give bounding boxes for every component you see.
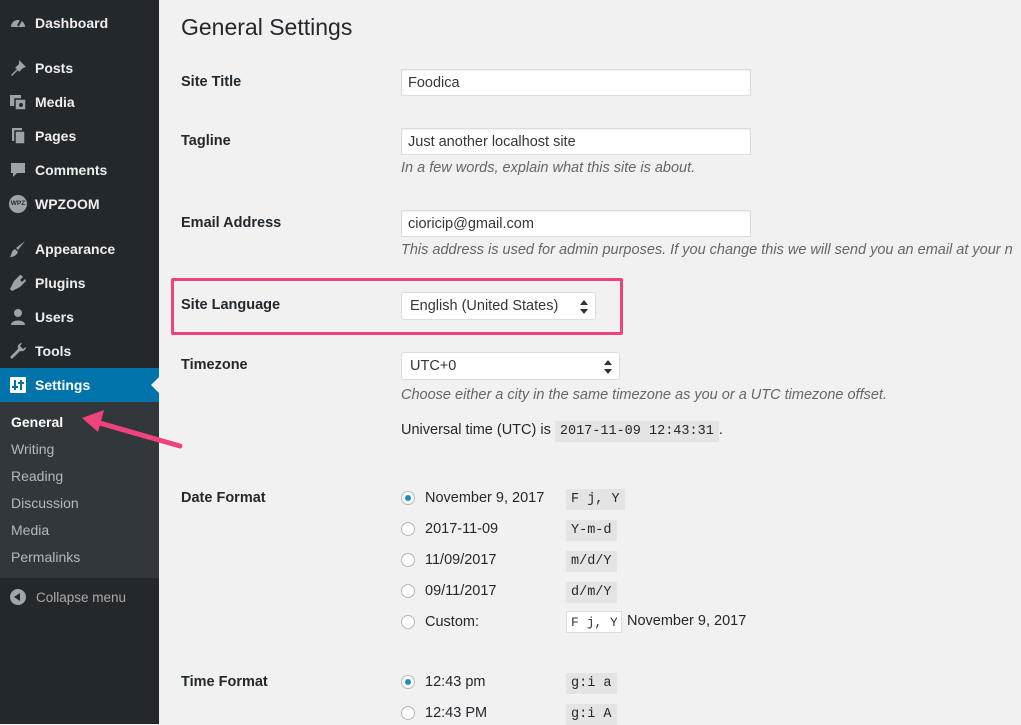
site-language-value: English (United States) xyxy=(410,298,559,314)
time-option-label: 12:43 PM xyxy=(425,705,488,721)
wpzoom-icon-text: WPZ xyxy=(10,200,26,207)
site-title-input[interactable] xyxy=(401,69,751,96)
sidebar-item-label: Plugins xyxy=(35,275,86,291)
comments-icon xyxy=(8,160,28,180)
media-icon xyxy=(8,92,28,112)
site-title-label: Site Title xyxy=(181,74,242,90)
time-format-code: g:i a xyxy=(566,673,617,694)
sidebar-item-settings[interactable]: Settings xyxy=(0,368,159,402)
date-option-label: November 9, 2017 xyxy=(425,490,545,506)
collapse-menu-label: Collapse menu xyxy=(36,589,127,605)
radio-button[interactable] xyxy=(401,491,415,505)
sidebar-item-wpzoom[interactable]: WPZ WPZOOM xyxy=(0,187,159,221)
utc-time-suffix: . xyxy=(718,422,723,438)
site-language-label: Site Language xyxy=(181,297,281,313)
sidebar-item-appearance[interactable]: Appearance xyxy=(0,232,159,266)
radio-button[interactable] xyxy=(401,584,415,598)
sidebar-item-pages[interactable]: Pages xyxy=(0,119,159,153)
site-language-select[interactable]: English (United States) xyxy=(401,292,596,320)
date-format-option[interactable]: November 9, 2017 xyxy=(401,488,544,508)
submenu-item-media[interactable]: Media xyxy=(11,522,49,538)
date-format-code: Y-m-d xyxy=(566,520,617,541)
utc-time-prefix: Universal time (UTC) is xyxy=(401,422,551,438)
date-option-label: 2017-11-09 xyxy=(425,521,499,537)
date-format-option[interactable]: 09/11/2017 xyxy=(401,581,497,601)
time-format-label: Time Format xyxy=(181,674,268,690)
sidebar-item-label: Settings xyxy=(35,377,91,393)
sidebar-item-label: Tools xyxy=(35,343,72,359)
sidebar-item-media[interactable]: Media xyxy=(0,85,159,119)
submenu-item-discussion[interactable]: Discussion xyxy=(11,495,79,511)
tagline-description: In a few words, explain what this site i… xyxy=(401,160,696,176)
radio-button[interactable] xyxy=(401,615,415,629)
sidebar-item-tools[interactable]: Tools xyxy=(0,334,159,368)
date-format-code: m/d/Y xyxy=(566,551,617,572)
admin-sidebar: Dashboard Posts Media Pages Comments WPZ… xyxy=(0,0,159,724)
time-format-option[interactable]: 12:43 PM xyxy=(401,703,487,723)
sidebar-item-label: Appearance xyxy=(35,241,116,257)
radio-button[interactable] xyxy=(401,675,415,689)
submenu-item-writing[interactable]: Writing xyxy=(11,441,54,457)
dashboard-icon xyxy=(8,13,28,33)
time-option-label: 12:43 pm xyxy=(425,674,486,690)
submenu-item-general[interactable]: General xyxy=(11,414,63,430)
date-format-custom-option[interactable]: Custom: xyxy=(401,612,479,632)
tagline-label: Tagline xyxy=(181,133,231,149)
pin-icon xyxy=(8,58,28,78)
sidebar-item-plugins[interactable]: Plugins xyxy=(0,266,159,300)
time-format-code: g:i A xyxy=(566,704,617,725)
sidebar-item-label: Users xyxy=(35,309,74,325)
sidebar-item-posts[interactable]: Posts xyxy=(0,51,159,85)
submenu-item-permalinks[interactable]: Permalinks xyxy=(11,549,80,565)
select-arrows-icon xyxy=(604,360,612,374)
sidebar-item-comments[interactable]: Comments xyxy=(0,153,159,187)
custom-option-label: Custom: xyxy=(425,614,479,630)
date-option-label: 11/09/2017 xyxy=(425,552,497,568)
date-format-code: d/m/Y xyxy=(566,582,617,603)
sidebar-item-label: WPZOOM xyxy=(35,196,100,212)
time-format-option[interactable]: 12:43 pm xyxy=(401,672,485,692)
timezone-description: Choose either a city in the same timezon… xyxy=(401,387,887,403)
pages-icon xyxy=(8,126,28,146)
select-arrows-icon xyxy=(580,300,588,314)
submenu-item-reading[interactable]: Reading xyxy=(11,468,63,484)
wrench-icon xyxy=(8,341,28,361)
email-address-label: Email Address xyxy=(181,215,282,231)
settings-icon xyxy=(8,375,28,395)
settings-submenu: General Writing Reading Discussion Media… xyxy=(0,402,159,578)
date-format-label: Date Format xyxy=(181,490,266,506)
email-address-input[interactable] xyxy=(401,210,751,237)
date-format-option[interactable]: 2017-11-09 xyxy=(401,519,498,539)
settings-main: General Settings Site Title Tagline In a… xyxy=(159,0,1021,725)
timezone-label: Timezone xyxy=(181,357,248,373)
sidebar-item-label: Posts xyxy=(35,60,74,76)
date-format-code: F j, Y xyxy=(566,489,625,510)
utc-time-value: 2017-11-09 12:43:31 xyxy=(554,421,719,442)
collapse-arrow-icon xyxy=(10,589,26,605)
date-option-label: 09/11/2017 xyxy=(425,583,497,599)
sidebar-item-dashboard[interactable]: Dashboard xyxy=(0,6,159,40)
sidebar-item-label: Dashboard xyxy=(35,15,109,31)
custom-date-preview: November 9, 2017 xyxy=(627,613,747,629)
plugin-icon xyxy=(8,273,28,293)
page-title: General Settings xyxy=(181,14,353,40)
radio-button[interactable] xyxy=(401,522,415,536)
utc-time-line: Universal time (UTC) is 2017-11-09 12:43… xyxy=(401,421,723,442)
wpzoom-icon: WPZ xyxy=(8,194,28,214)
tagline-input[interactable] xyxy=(401,128,751,155)
radio-button[interactable] xyxy=(401,706,415,720)
user-icon xyxy=(8,307,28,327)
radio-button[interactable] xyxy=(401,553,415,567)
email-description: This address is used for admin purposes.… xyxy=(401,242,1013,258)
collapse-menu-button[interactable]: Collapse menu xyxy=(0,584,159,610)
sidebar-item-label: Comments xyxy=(35,162,108,178)
custom-date-format-input[interactable] xyxy=(566,611,622,633)
date-format-option[interactable]: 11/09/2017 xyxy=(401,550,497,570)
sidebar-item-users[interactable]: Users xyxy=(0,300,159,334)
paintbrush-icon xyxy=(8,239,28,259)
sidebar-item-label: Pages xyxy=(35,128,77,144)
timezone-value: UTC+0 xyxy=(410,358,457,374)
timezone-select[interactable]: UTC+0 xyxy=(401,352,620,380)
sidebar-item-label: Media xyxy=(35,94,75,110)
